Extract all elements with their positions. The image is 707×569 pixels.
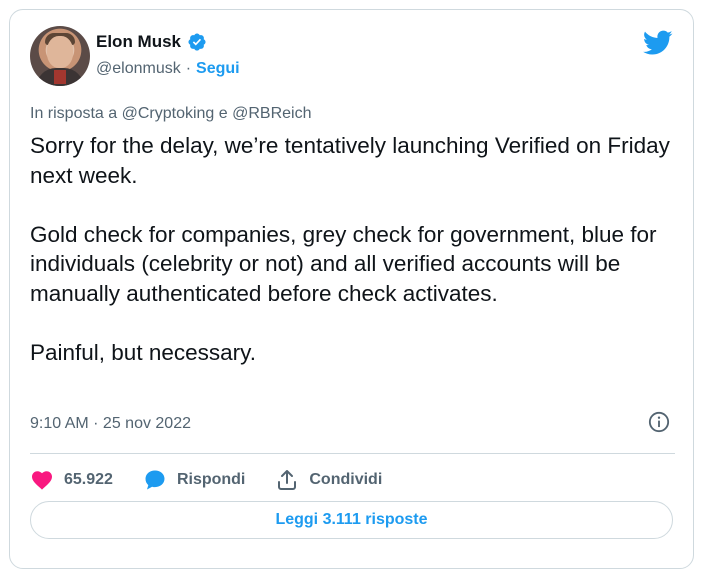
- share-upload-icon: [278, 470, 297, 490]
- heart-icon: [32, 471, 52, 490]
- speech-bubble-icon: [145, 470, 165, 490]
- tweet-card: Elon Musk @elonmusk · Segui In risposta …: [9, 9, 694, 569]
- reply-context: In risposta a @Cryptoking e @RBReich: [30, 105, 312, 122]
- follow-button[interactable]: Segui: [196, 60, 240, 78]
- likes-count: 65.922: [64, 471, 113, 488]
- info-icon[interactable]: [648, 411, 670, 433]
- reply-button[interactable]: Rispondi: [143, 468, 245, 492]
- author-name[interactable]: Elon Musk: [96, 32, 181, 52]
- author-name-row: Elon Musk: [96, 32, 207, 52]
- separator-dot: ·: [185, 60, 192, 77]
- avatar-face: [47, 36, 73, 68]
- avatar-collar: [54, 70, 66, 84]
- share-button[interactable]: Condividi: [275, 468, 382, 492]
- tweet-text: Sorry for the delay, we’re tentatively l…: [30, 133, 670, 365]
- reply-label: Rispondi: [176, 471, 246, 488]
- handle-row: @elonmusk · Segui: [96, 60, 240, 78]
- avatar[interactable]: [30, 26, 90, 86]
- divider: [30, 453, 675, 454]
- twitter-bird-icon[interactable]: [643, 30, 673, 56]
- read-replies-button[interactable]: Leggi 3.111 risposte: [30, 501, 673, 539]
- action-bar: 65.922 Rispondi Condividi: [30, 464, 412, 496]
- share-label: Condividi: [309, 471, 383, 488]
- verified-badge-icon: [188, 33, 206, 51]
- author-handle[interactable]: @elonmusk: [96, 60, 181, 78]
- tweet-timestamp[interactable]: 9:10 AM · 25 nov 2022: [30, 415, 191, 433]
- like-button[interactable]: 65.922: [30, 468, 113, 492]
